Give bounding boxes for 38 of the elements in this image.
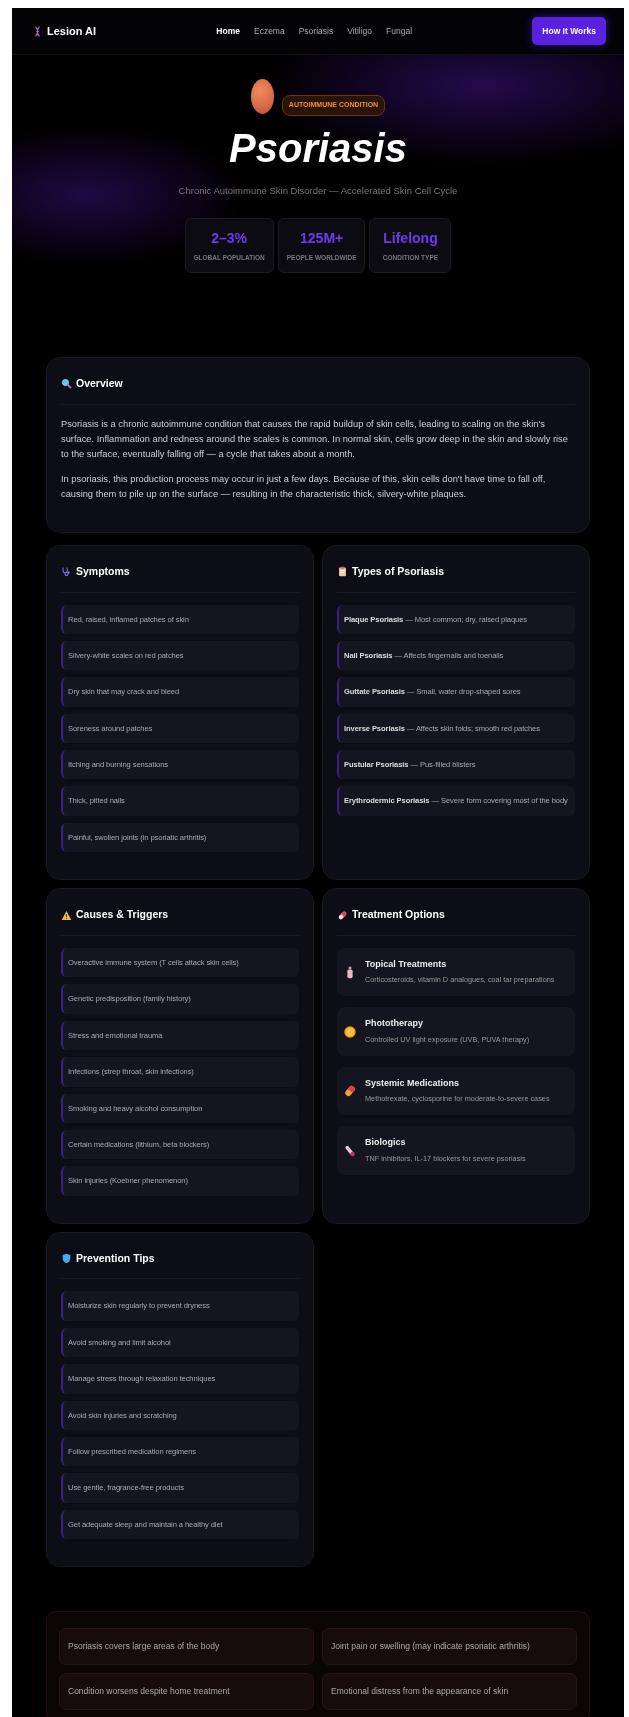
warning-item: Joint pain or swelling (may indicate psoriatic arthritis) (322, 1628, 577, 1665)
search-icon (61, 378, 72, 390)
stat-value: Lifelong (382, 228, 439, 248)
card-title: Causes & Triggers (76, 907, 169, 923)
stethoscope-icon (61, 566, 72, 578)
shield-icon (61, 1253, 72, 1265)
paragraph: Psoriasis is a chronic autoimmune condition that causes the rapid buildup of skin cells, leading to scaling on the skin's surface. Inflammation and redness around the scales is common. In normal skin, cells grow deep in the skin and slowly rise to the surface, eventually falling off — a cycle that takes about a month. (61, 417, 569, 461)
warning-item: Condition worsens despite home treatment (59, 1672, 314, 1710)
warning-item: Emotional distress from the appearance of skin (322, 1672, 577, 1710)
treatment-title: Biologics (365, 1136, 407, 1150)
treatment-title: Phototherapy (365, 1017, 424, 1031)
stat-value: 125M+ (299, 228, 345, 248)
card-title: Prevention Tips (76, 1250, 155, 1266)
stat-value: 2–3% (210, 228, 249, 248)
card-title: Types of Psoriasis (352, 563, 444, 579)
nav-link[interactable]: Home (209, 24, 247, 38)
brand-name: Lesion AI (47, 23, 97, 39)
warning-icon (61, 909, 72, 921)
nav-link[interactable]: Eczema (246, 24, 292, 38)
avatar (250, 79, 274, 114)
card-title: Overview (76, 376, 123, 391)
clipboard-icon (337, 566, 348, 578)
sun-icon (343, 1024, 357, 1039)
nav-link[interactable]: Fungal (379, 24, 420, 38)
how-it-works-button[interactable]: How It Works (532, 16, 606, 46)
tube-icon (343, 1143, 357, 1158)
warning-item: Psoriasis covers large areas of the body (59, 1628, 314, 1665)
pill-icon (337, 909, 348, 921)
card-title: Treatment Options (352, 907, 445, 923)
subtitle: Chronic Autoimmune Skin Disorder — Accelerated Skin Cell Cycle (178, 183, 458, 198)
page-title: Psoriasis (229, 125, 407, 170)
nav-link[interactable]: Psoriasis (291, 24, 341, 38)
treatment-title: Systemic Medications (365, 1076, 461, 1090)
dna-icon (32, 24, 43, 38)
nav-link[interactable]: Vitiligo (340, 24, 380, 38)
card-title: Symptoms (76, 563, 130, 579)
paragraph: In psoriasis, this production process may occur in just a few days. Because of this, skin cells don't have time to fall off, causing them to pile up on the surface — resulting in the characteristic thick, silvery-white plaques. (61, 472, 547, 501)
treatment-title: Topical Treatments (365, 958, 448, 971)
